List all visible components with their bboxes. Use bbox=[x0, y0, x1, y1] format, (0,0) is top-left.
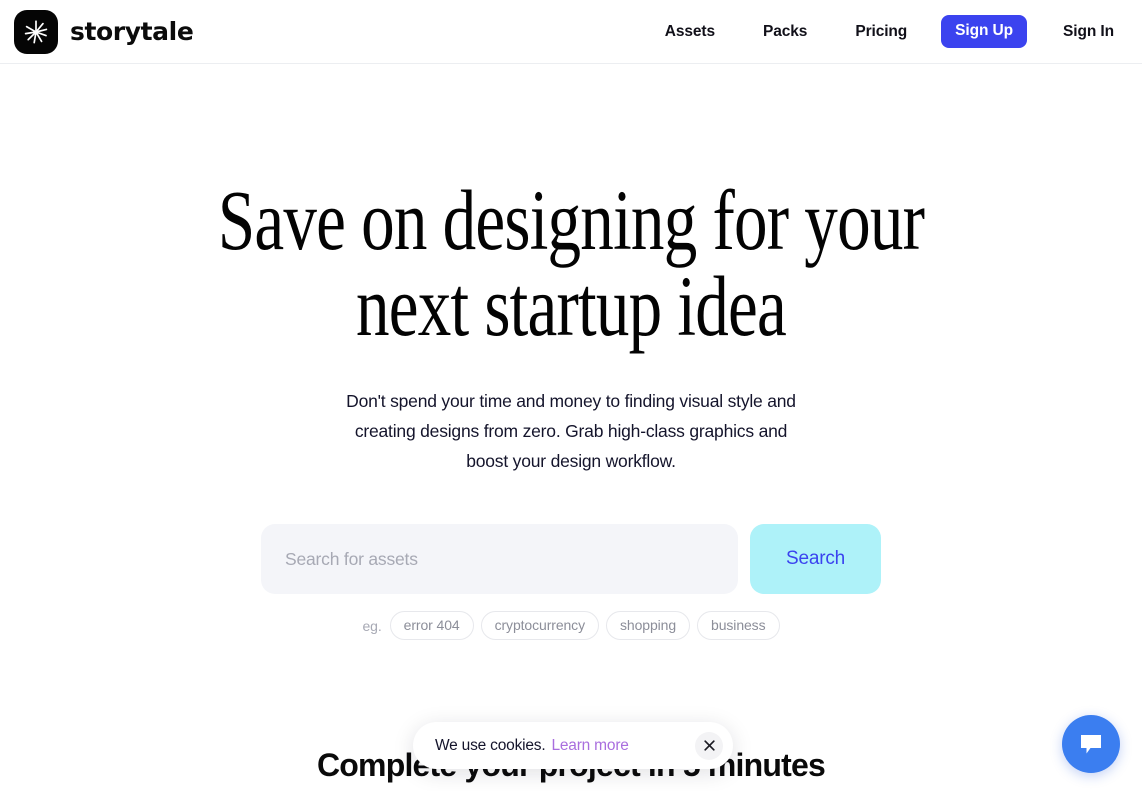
tag-shopping[interactable]: shopping bbox=[606, 611, 691, 640]
tag-error-404[interactable]: error 404 bbox=[389, 611, 474, 640]
chat-bubble-icon bbox=[1081, 735, 1101, 754]
page-title: Save on designing for your next startup … bbox=[217, 172, 925, 354]
chat-widget-button[interactable] bbox=[1062, 715, 1120, 773]
search-button[interactable]: Search bbox=[750, 524, 881, 594]
search-bar: Search bbox=[0, 524, 1142, 594]
hero-section: Save on designing for your next startup … bbox=[0, 64, 1142, 784]
nav-link-pricing[interactable]: Pricing bbox=[831, 23, 931, 41]
tag-cryptocurrency[interactable]: cryptocurrency bbox=[480, 611, 599, 640]
nav-link-assets[interactable]: Assets bbox=[641, 23, 739, 41]
cookie-close-button[interactable] bbox=[695, 731, 723, 760]
sign-in-link[interactable]: Sign In bbox=[1039, 23, 1128, 41]
sign-up-button[interactable]: Sign Up bbox=[941, 15, 1028, 48]
tag-business[interactable]: business bbox=[697, 611, 780, 640]
hero-subtitle: Don't spend your time and money to findi… bbox=[346, 391, 796, 471]
cookie-learn-more-link[interactable]: Learn more bbox=[551, 737, 628, 755]
nav-link-packs[interactable]: Packs bbox=[739, 23, 831, 41]
cookie-banner: We use cookies. Learn more bbox=[413, 722, 733, 769]
brand-logo[interactable]: storytale bbox=[14, 9, 194, 54]
starburst-icon bbox=[14, 9, 58, 54]
brand-name: storytale bbox=[70, 17, 194, 46]
site-header: storytale Assets Packs Pricing Sign Up S… bbox=[0, 0, 1142, 64]
suggested-tags: eg. error 404 cryptocurrency shopping bu… bbox=[0, 611, 1142, 640]
tags-label: eg. bbox=[362, 617, 382, 634]
main-nav: Assets Packs Pricing Sign Up Sign In bbox=[641, 15, 1128, 48]
cookie-message: We use cookies. bbox=[435, 736, 546, 754]
close-icon bbox=[703, 740, 715, 751]
search-input[interactable] bbox=[261, 524, 738, 594]
